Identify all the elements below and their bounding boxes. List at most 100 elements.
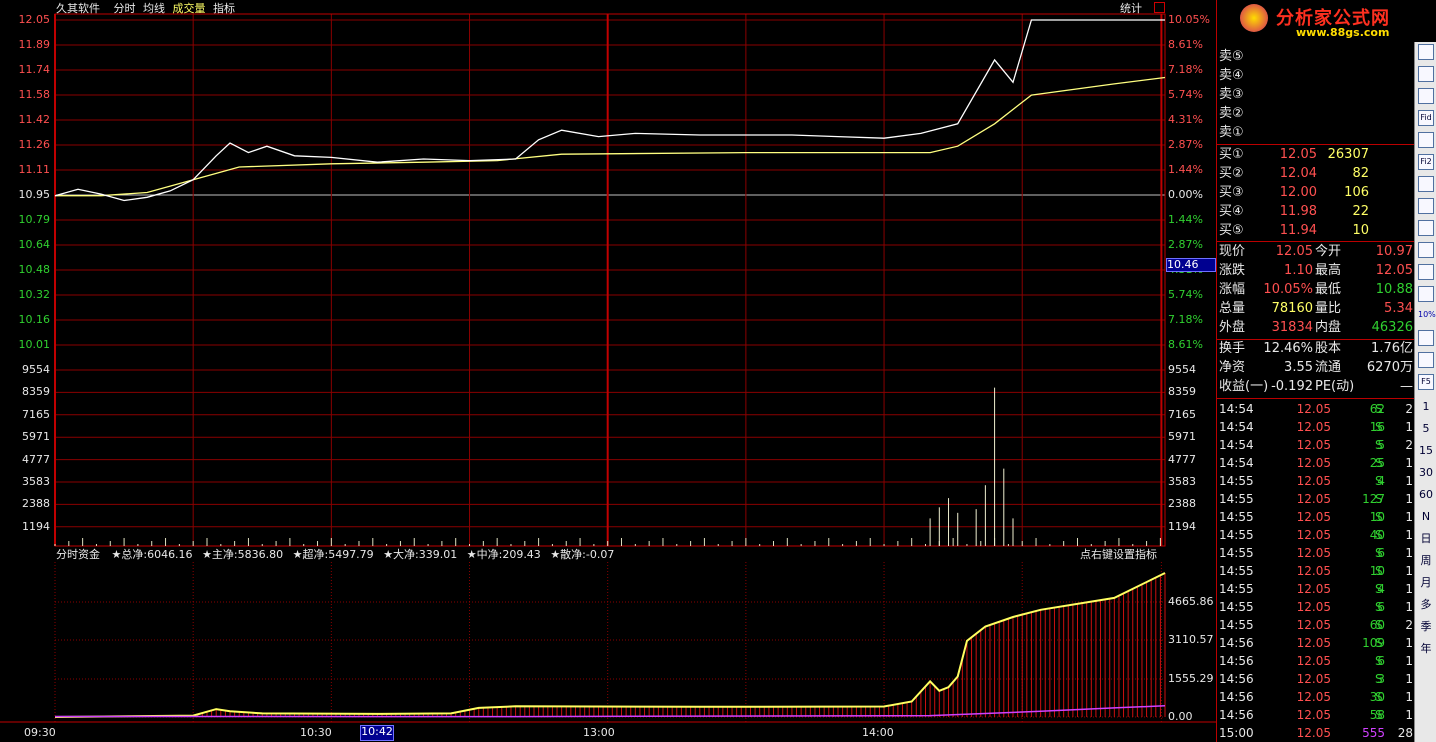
bid-price: 11.98 bbox=[1279, 204, 1317, 219]
ask-volume bbox=[1317, 67, 1369, 85]
tick-count: 1 bbox=[1405, 654, 1413, 668]
ask-label: 卖③ bbox=[1219, 87, 1244, 102]
pct-axis-label: 7.18% bbox=[1168, 313, 1203, 326]
pct-axis-label: 8.61% bbox=[1168, 338, 1203, 351]
tick-row: 14:56 12.05 58 S 1 bbox=[1217, 706, 1415, 724]
bid-label: 买① bbox=[1219, 147, 1244, 162]
menu-indicator[interactable]: 指标 bbox=[213, 2, 235, 15]
maximize-icon[interactable] bbox=[1154, 2, 1165, 13]
fund-setting-hint[interactable]: 点右键设置指标 bbox=[1080, 549, 1157, 561]
tick-price: 12.05 bbox=[1296, 510, 1331, 524]
tick-price: 12.05 bbox=[1296, 420, 1331, 434]
tick-count: 2 bbox=[1405, 618, 1413, 632]
tick-side: S bbox=[1375, 636, 1383, 650]
period-1-button[interactable]: 5 bbox=[1417, 420, 1435, 438]
bid-label: 买④ bbox=[1219, 204, 1244, 219]
wave-icon[interactable] bbox=[1418, 242, 1434, 258]
fundamental-value: 6270万 bbox=[1366, 360, 1413, 375]
quote-key: 总量 bbox=[1219, 301, 1246, 316]
pct-axis-label: 10.05% bbox=[1168, 13, 1210, 26]
menu-junxian[interactable]: 均线 bbox=[143, 2, 165, 15]
ask-label: 卖⑤ bbox=[1219, 49, 1244, 64]
candlestick-icon[interactable] bbox=[1418, 66, 1434, 82]
tick-time: 14:56 bbox=[1219, 708, 1254, 722]
pencil-icon[interactable] bbox=[1418, 352, 1434, 368]
F-icon[interactable] bbox=[1418, 176, 1434, 192]
tick-count: 1 bbox=[1405, 672, 1413, 686]
chart-icon[interactable] bbox=[1418, 44, 1434, 60]
tick-count: 1 bbox=[1405, 420, 1413, 434]
price-axis-label: 10.32 bbox=[18, 288, 51, 301]
period-11-button[interactable]: 年 bbox=[1417, 640, 1435, 658]
toolbar-10pct-button[interactable]: 10% bbox=[1418, 308, 1436, 324]
tick-row: 14:55 12.05 6 S 1 bbox=[1217, 598, 1415, 616]
toolbar-fi2-button[interactable]: Fi2 bbox=[1418, 154, 1434, 170]
tick-row: 14:55 12.05 40 S 1 bbox=[1217, 526, 1415, 544]
tick-count: 2 bbox=[1405, 402, 1413, 416]
quote-value: 10.97 bbox=[1375, 244, 1413, 259]
period-6-button[interactable]: 日 bbox=[1417, 530, 1435, 548]
ask-volume bbox=[1317, 105, 1369, 123]
period-9-button[interactable]: 多 bbox=[1417, 596, 1435, 614]
quote-divider bbox=[1217, 241, 1415, 242]
period-10-button[interactable]: 季 bbox=[1417, 618, 1435, 636]
tick-count: 1 bbox=[1405, 510, 1413, 524]
tick-price: 12.05 bbox=[1296, 600, 1331, 614]
pct-axis-label: 2.87% bbox=[1168, 138, 1203, 151]
bid-price: 12.04 bbox=[1279, 166, 1317, 181]
tick-time: 14:55 bbox=[1219, 510, 1254, 524]
tick-count: 1 bbox=[1405, 474, 1413, 488]
fundamental-value: -0.192 bbox=[1271, 379, 1313, 394]
stat-button[interactable]: 统计 bbox=[1120, 3, 1142, 15]
period-0-button[interactable]: 1 bbox=[1417, 398, 1435, 416]
pct-axis-label: 5.74% bbox=[1168, 88, 1203, 101]
chart-grid bbox=[0, 13, 1216, 723]
tick-price: 12.05 bbox=[1296, 402, 1331, 416]
bars-icon[interactable] bbox=[1418, 286, 1434, 302]
price-axis-label: 10.79 bbox=[18, 213, 51, 226]
heatmap-icon[interactable] bbox=[1418, 220, 1434, 236]
period-7-button[interactable]: 周 bbox=[1417, 552, 1435, 570]
tick-volume: 555 bbox=[1362, 726, 1385, 740]
volume-axis-label: 2388 bbox=[22, 497, 50, 511]
ask-label: 卖② bbox=[1219, 106, 1244, 121]
period-8-button[interactable]: 月 bbox=[1417, 574, 1435, 592]
box-icon[interactable] bbox=[1418, 198, 1434, 214]
price-axis-label: 11.11 bbox=[18, 163, 51, 176]
menu-fenshi[interactable]: 分时 bbox=[114, 2, 136, 15]
pct-axis-label: 1.44% bbox=[1168, 213, 1203, 226]
tick-count: 1 bbox=[1405, 492, 1413, 506]
tick-side: S bbox=[1375, 528, 1383, 542]
period-4-button[interactable]: 60 bbox=[1417, 486, 1435, 504]
menu-volume[interactable]: 成交量 bbox=[173, 2, 206, 15]
wave2-icon[interactable] bbox=[1418, 264, 1434, 280]
pct-axis-label: 8.61% bbox=[1168, 38, 1203, 51]
price-lines bbox=[54, 19, 1166, 202]
fund-main-net: ★主净:5836.80 bbox=[202, 548, 284, 561]
tick-price: 12.05 bbox=[1296, 438, 1331, 452]
note-icon[interactable] bbox=[1418, 132, 1434, 148]
fund-large-net: ★大净:339.01 bbox=[383, 548, 458, 561]
intraday-chart[interactable] bbox=[0, 0, 1216, 742]
volume-axis-label: 7165 bbox=[22, 407, 50, 421]
export-icon[interactable] bbox=[1418, 330, 1434, 346]
tick-price: 12.05 bbox=[1296, 456, 1331, 470]
tick-price: 12.05 bbox=[1296, 618, 1331, 632]
tick-row: 14:56 12.05 30 S 1 bbox=[1217, 688, 1415, 706]
tick-side: S bbox=[1375, 546, 1383, 560]
tick-row: 14:55 12.05 127 S 1 bbox=[1217, 490, 1415, 508]
fund-total-net: ★总净:6046.16 bbox=[111, 548, 193, 561]
fundamental-value: — bbox=[1400, 379, 1413, 394]
tick-count: 2 bbox=[1405, 438, 1413, 452]
tick-side: S bbox=[1375, 456, 1383, 470]
toolbar-fid-button[interactable]: Fid bbox=[1418, 110, 1434, 126]
period-5-button[interactable]: N bbox=[1417, 508, 1435, 526]
period-3-button[interactable]: 30 bbox=[1417, 464, 1435, 482]
period-2-button[interactable]: 15 bbox=[1417, 442, 1435, 460]
fund-retail-net: ★散净:-0.07 bbox=[550, 548, 615, 561]
fundamental-value: 12.46% bbox=[1263, 341, 1313, 356]
toolbar-f5-button[interactable]: F5 bbox=[1418, 374, 1434, 390]
volume-axis-label: 4777 bbox=[22, 452, 50, 466]
table-icon[interactable] bbox=[1418, 88, 1434, 104]
tick-count: 1 bbox=[1405, 546, 1413, 560]
